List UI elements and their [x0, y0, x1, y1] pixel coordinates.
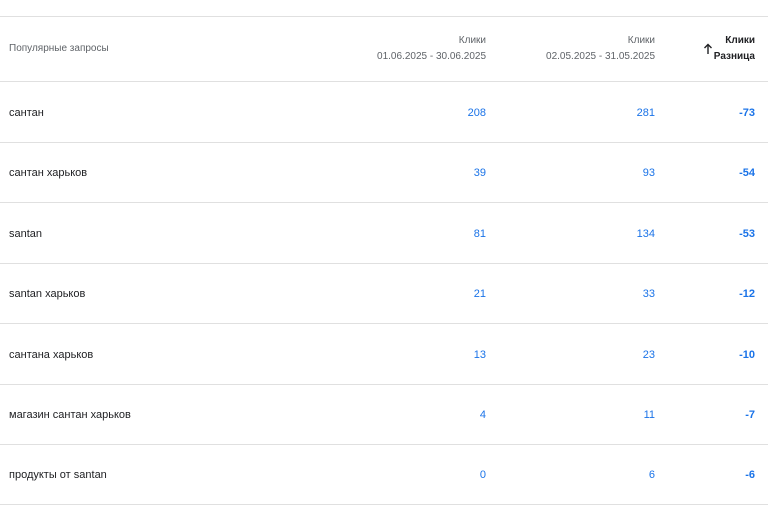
clicks-difference-value: -6: [745, 469, 755, 482]
arrow-up-icon[interactable]: [703, 43, 713, 55]
clicks-current-value: 13: [473, 348, 486, 361]
header-clicks-previous-title: Клики: [627, 35, 655, 46]
clicks-difference-value: -10: [739, 348, 755, 361]
table-row[interactable]: продукты от santan 0 6 -6: [0, 445, 768, 506]
header-clicks-current-range: 01.06.2025 - 30.06.2025: [377, 51, 486, 62]
queries-table: Популярные запросы Клики 01.06.2025 - 30…: [0, 0, 768, 507]
clicks-previous-value: 11: [643, 409, 655, 421]
clicks-difference-value: -54: [739, 167, 755, 180]
clicks-current-value: 21: [473, 288, 486, 301]
clicks-current-value: 0: [479, 469, 486, 482]
clicks-difference-value: -53: [739, 227, 755, 240]
query-text[interactable]: сантан харьков: [9, 143, 87, 203]
query-text[interactable]: сантана харьков: [9, 325, 93, 385]
table-row[interactable]: santan харьков 21 33 -12: [0, 264, 768, 325]
clicks-previous-value: 134: [636, 227, 655, 240]
header-clicks-previous[interactable]: Клики 02.05.2025 - 31.05.2025: [546, 33, 655, 65]
query-text[interactable]: сантан: [9, 83, 44, 143]
query-text[interactable]: продукты от santan: [9, 445, 107, 505]
clicks-current-value: 208: [467, 107, 486, 119]
clicks-previous-value: 6: [648, 469, 655, 482]
query-text[interactable]: santan: [9, 204, 42, 264]
header-queries-label: Популярные запросы: [9, 43, 109, 54]
header-clicks-current-title: Клики: [458, 35, 486, 46]
clicks-difference-value: -7: [745, 409, 755, 421]
header-clicks-previous-range: 02.05.2025 - 31.05.2025: [546, 51, 655, 62]
query-text[interactable]: santan харьков: [9, 264, 85, 324]
table-header: Популярные запросы Клики 01.06.2025 - 30…: [0, 16, 768, 82]
clicks-difference-value: -73: [739, 107, 755, 119]
table-row[interactable]: santan 81 134 -53: [0, 204, 768, 264]
clicks-current-value: 39: [473, 167, 486, 180]
table-row[interactable]: магазин сантан харьков 4 11 -7: [0, 385, 768, 445]
header-clicks-difference-title: Клики: [725, 35, 755, 46]
clicks-current-value: 81: [473, 227, 486, 240]
clicks-previous-value: 33: [642, 288, 655, 301]
header-clicks-current[interactable]: Клики 01.06.2025 - 30.06.2025: [377, 33, 486, 65]
clicks-previous-value: 93: [642, 167, 655, 180]
clicks-current-value: 4: [479, 409, 486, 421]
table-row[interactable]: сантан харьков 39 93 -54: [0, 143, 768, 204]
clicks-previous-value: 281: [636, 107, 655, 119]
table-row[interactable]: сантана харьков 13 23 -10: [0, 325, 768, 385]
header-clicks-difference-subtitle: Разница: [713, 51, 755, 62]
clicks-difference-value: -12: [739, 288, 755, 301]
query-text[interactable]: магазин сантан харьков: [9, 385, 131, 445]
clicks-previous-value: 23: [642, 348, 655, 361]
header-clicks-difference[interactable]: Клики Разница: [714, 33, 755, 65]
table-row[interactable]: сантан 208 281 -73: [0, 83, 768, 143]
